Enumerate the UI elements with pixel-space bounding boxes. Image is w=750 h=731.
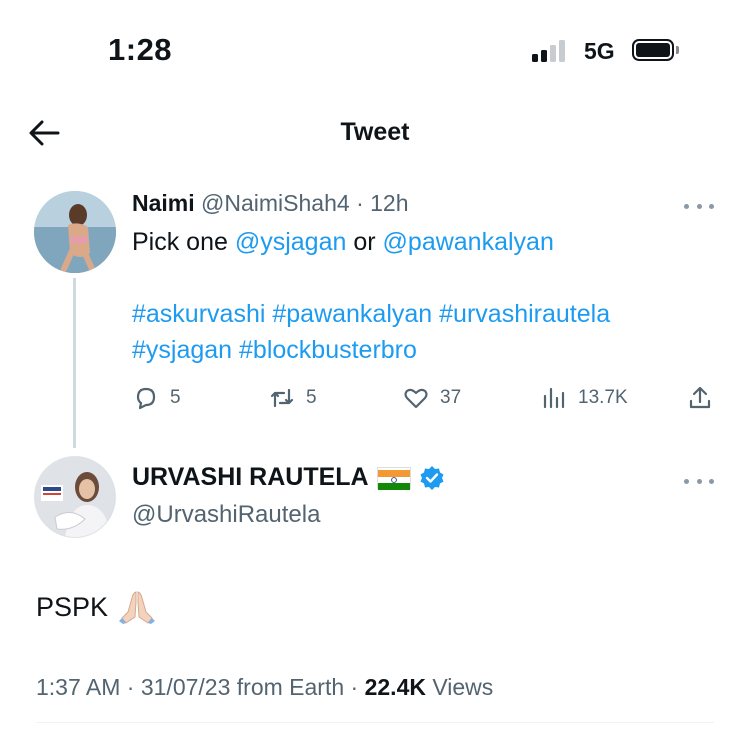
hashtags-line-2: #ysjagan #blockbusterbro <box>132 332 417 368</box>
like-count: 37 <box>440 387 462 408</box>
hashtag-urvashirautela[interactable]: #urvashirautela <box>439 300 610 328</box>
main-author-handle[interactable]: @UrvashiRautela <box>132 501 320 529</box>
more-options-icon[interactable] <box>684 476 714 486</box>
hashtag-pawankalyan[interactable]: #pawankalyan <box>272 300 432 328</box>
mention-pawankalyan[interactable]: @pawankalyan <box>383 228 554 256</box>
cellular-signal-icon <box>532 38 572 62</box>
retweet-icon <box>270 388 294 408</box>
views-bar-chart-icon <box>543 387 565 409</box>
hashtag-blockbusterbro[interactable]: #blockbusterbro <box>239 336 417 364</box>
folded-hands-emoji <box>119 591 156 624</box>
reply-author-handle[interactable]: @NaimiShah4 <box>201 190 350 216</box>
reply-icon <box>136 387 156 410</box>
main-author-name-row: URVASHI RAUTELA <box>132 463 445 492</box>
heart-icon <box>404 388 428 409</box>
tweet-time[interactable]: 1:37 AM <box>36 674 120 700</box>
tweet-source: from Earth <box>236 674 345 700</box>
avatar-urvashi[interactable] <box>34 456 116 538</box>
network-type: 5G <box>584 38 615 64</box>
retweet-count: 5 <box>306 387 317 408</box>
reply-author-name[interactable]: Naimi <box>132 190 195 216</box>
reply-time[interactable]: 12h <box>370 190 408 216</box>
views-button[interactable]: 13.7K <box>540 378 628 418</box>
more-options-icon[interactable] <box>684 201 714 211</box>
like-button[interactable]: 37 <box>402 378 461 418</box>
separator: · <box>356 190 364 216</box>
share-icon <box>689 386 711 409</box>
tweet-body: PSPK <box>36 591 109 622</box>
reply-count: 5 <box>170 387 181 408</box>
views-total: 22.4K <box>364 674 426 700</box>
main-author-name[interactable]: URVASHI RAUTELA <box>132 463 369 492</box>
views-count: 13.7K <box>578 387 628 408</box>
verified-badge-icon[interactable] <box>419 465 445 491</box>
page-title: Tweet <box>340 118 410 146</box>
share-button[interactable] <box>686 378 714 418</box>
hashtags-line-1: #askurvashi #pawankalyan #urvashirautela <box>132 296 610 332</box>
status-time: 1:28 <box>108 32 173 67</box>
avatar-naimi[interactable] <box>34 191 116 273</box>
reply-tweet-text: Pick one @ysjagan or @pawankalyan <box>132 224 554 260</box>
hashtag-askurvashi[interactable]: #askurvashi <box>132 300 265 328</box>
tweet-date[interactable]: 31/07/23 <box>141 674 231 700</box>
hashtag-ysjagan[interactable]: #ysjagan <box>132 336 232 364</box>
mention-ysjagan[interactable]: @ysjagan <box>235 228 347 256</box>
text-prefix: Pick one <box>132 228 235 256</box>
thread-line <box>73 278 76 448</box>
views-label: Views <box>432 674 494 700</box>
tweet-actions: 5 5 37 13.7K <box>132 378 722 418</box>
reply-tweet-header: Naimi @NaimiShah4 · 12h <box>132 190 409 217</box>
divider <box>36 722 714 723</box>
reply-button[interactable]: 5 <box>132 378 181 418</box>
status-bar: 1:28 5G <box>0 0 750 100</box>
india-flag-icon <box>376 466 411 490</box>
tweet-meta: 1:37 AM · 31/07/23 from Earth · 22.4K Vi… <box>36 674 494 700</box>
main-tweet-text: PSPK <box>36 590 156 624</box>
nav-header: Tweet <box>0 110 750 156</box>
retweet-button[interactable]: 5 <box>268 378 317 418</box>
text-mid: or <box>346 228 383 256</box>
battery-icon <box>632 39 679 61</box>
